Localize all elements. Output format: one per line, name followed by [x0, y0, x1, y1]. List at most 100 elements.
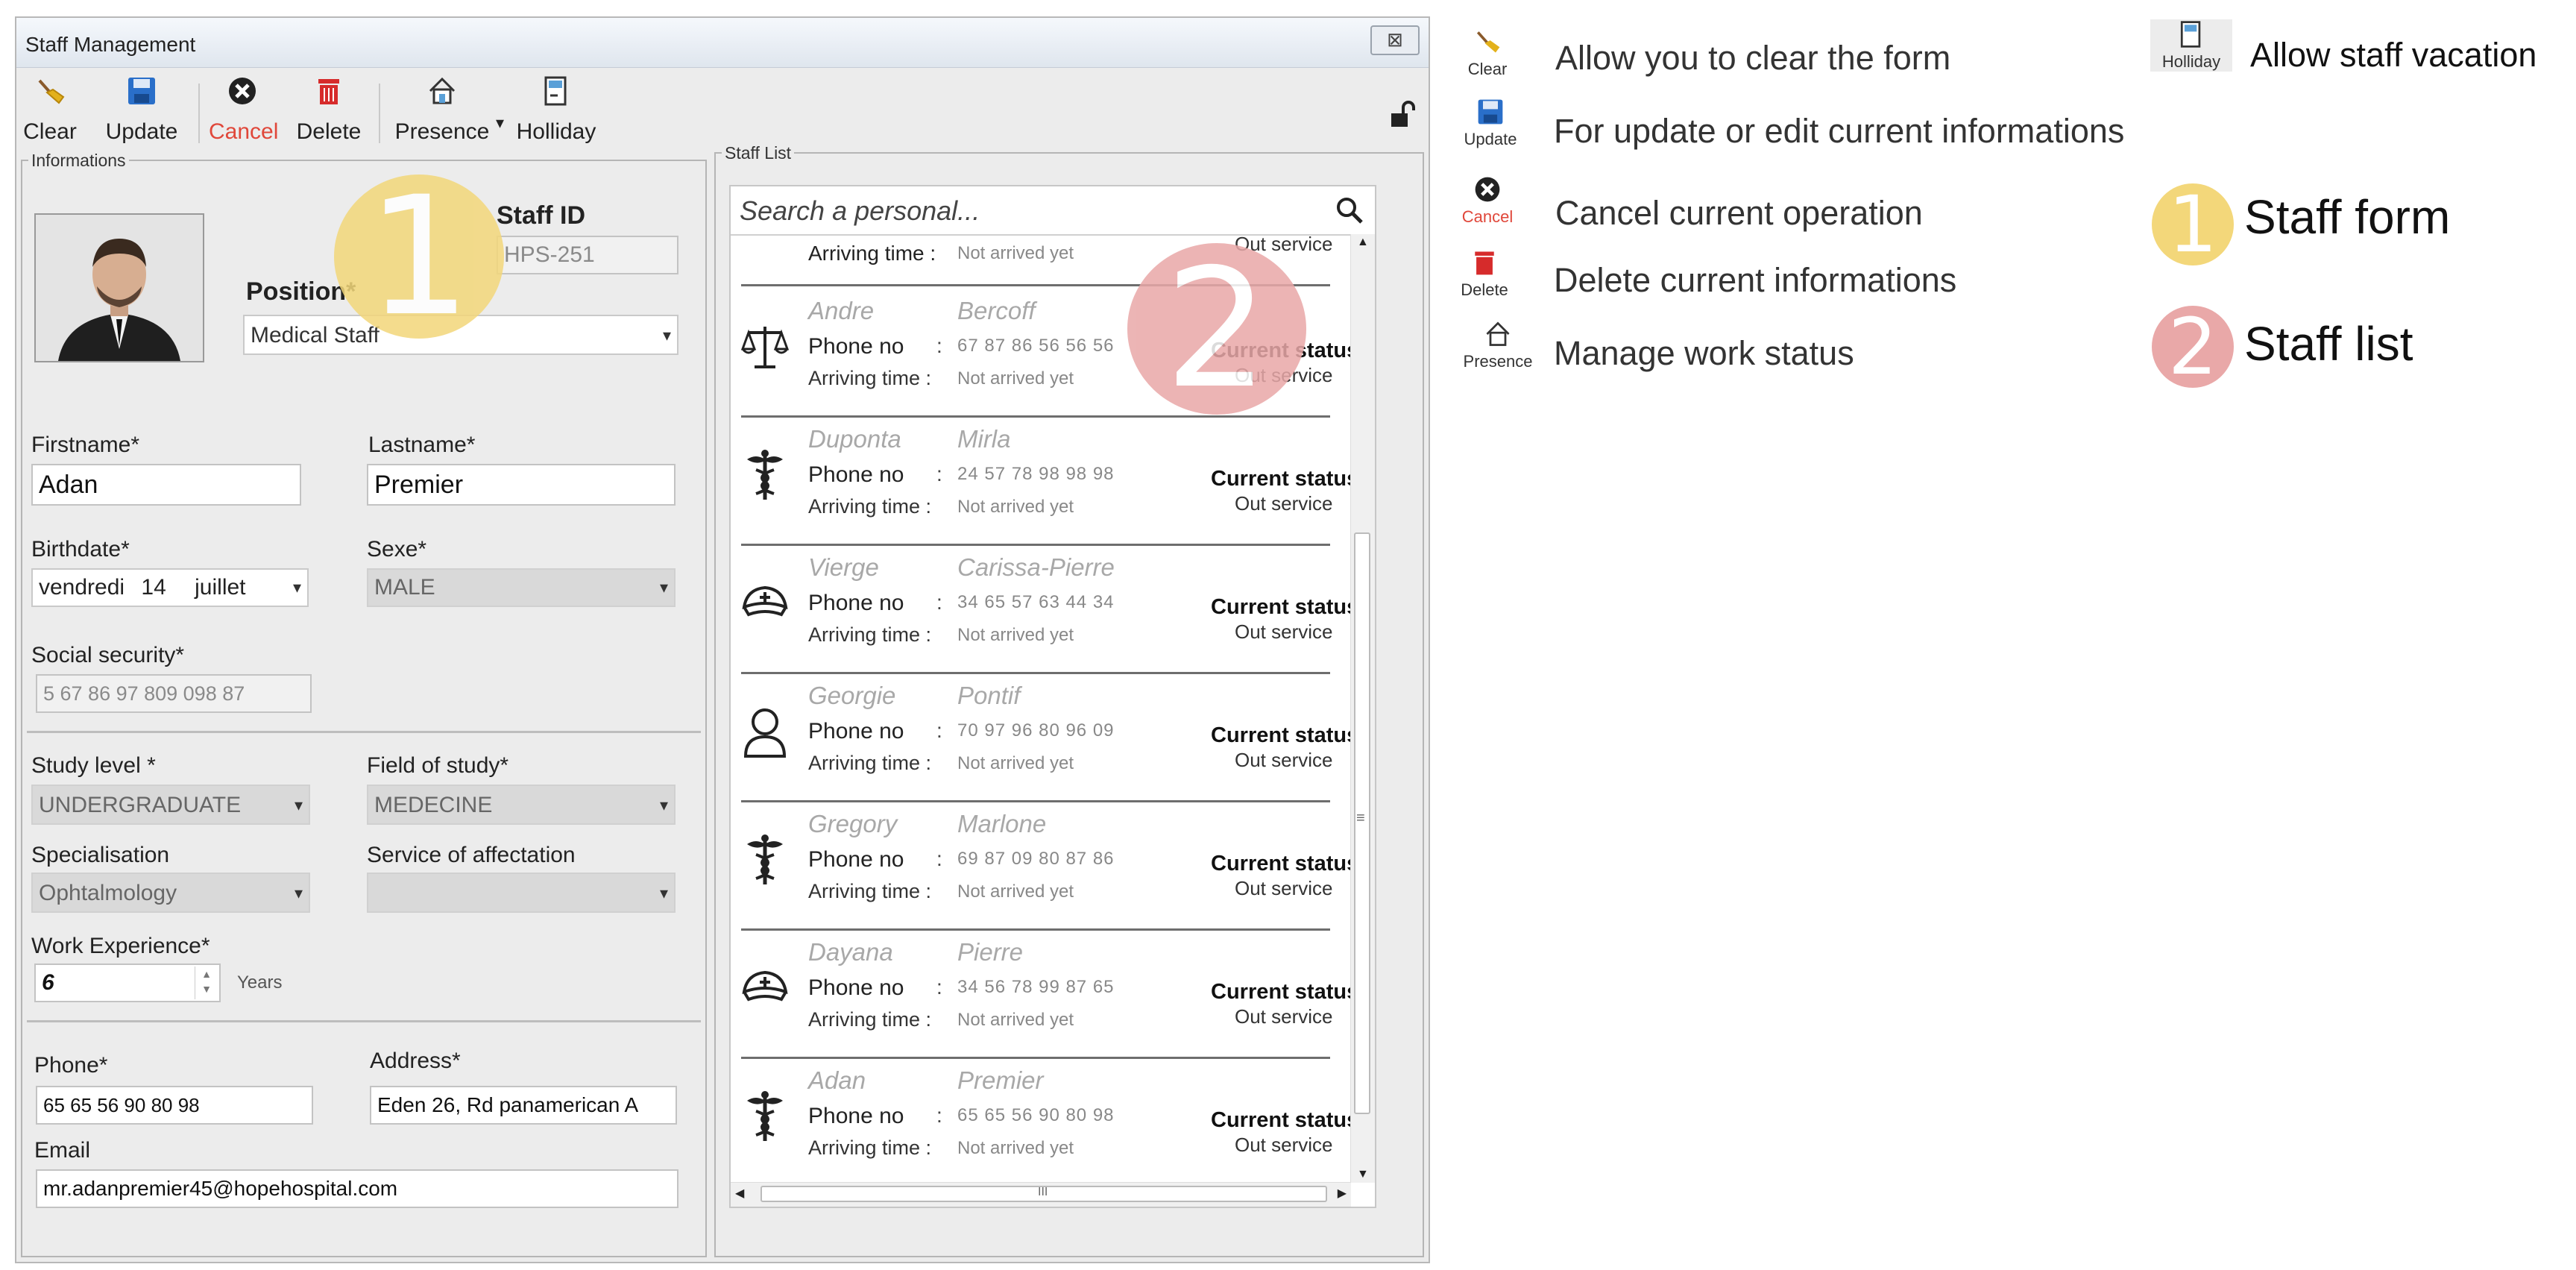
- sexe-value: MALE: [374, 575, 435, 600]
- birthdate-date: 14: [141, 575, 166, 600]
- email-label: Email: [34, 1138, 91, 1163]
- birthdate-month: juillet: [195, 575, 246, 600]
- avatar: [36, 215, 203, 361]
- specialisation-select[interactable]: Ophtalmology ▾: [31, 873, 310, 913]
- sexe-select[interactable]: MALE ▾: [367, 568, 676, 607]
- staff-lastname: Mirla: [957, 425, 1011, 453]
- arriving-label: Arriving time :: [808, 1008, 932, 1031]
- scroll-down-icon[interactable]: ▼: [1357, 1168, 1369, 1181]
- staff-firstname: Adan: [808, 1066, 866, 1094]
- broom-icon: [1476, 31, 1500, 53]
- presence-dropdown-arrow[interactable]: ▾: [496, 113, 504, 133]
- vertical-scrollbar[interactable]: ▲ ≡ ▼: [1350, 234, 1375, 1183]
- chevron-down-icon: ▾: [659, 578, 668, 597]
- arriving-value: Not arrived yet: [957, 243, 1074, 263]
- email-field[interactable]: mr.adanpremier45@hopehospital.com: [36, 1169, 678, 1208]
- delete-button[interactable]: Delete: [294, 75, 364, 149]
- staff-lastname: Pierre: [957, 938, 1024, 966]
- legend-staff-form: Staff form: [2244, 190, 2451, 244]
- arriving-value: Not arrived yet: [957, 881, 1074, 902]
- work-experience-stepper[interactable]: 6 ▲ ▼: [34, 963, 221, 1002]
- staff-list-item[interactable]: Adan Premier Phone no:65 65 56 90 80 98 Arr…: [741, 1060, 1358, 1187]
- firstname-field[interactable]: Adan: [31, 464, 301, 506]
- colon: :: [936, 334, 942, 357]
- staff-list-item[interactable]: Georgie Pontif Phone no:70 97 96 80 96 09 A…: [741, 676, 1358, 802]
- nurse-cap-icon: [741, 962, 789, 1016]
- social-security-field: 5 67 86 97 809 098 87: [36, 674, 312, 713]
- scroll-up-icon[interactable]: ▲: [1357, 236, 1369, 249]
- staff-firstname: Duponta: [808, 425, 901, 453]
- nurse-cap-icon: [741, 577, 789, 631]
- staff-list-item[interactable]: Vierge Carissa-Pierre Phone no:34 65 57 63…: [741, 547, 1358, 674]
- window-title: Staff Management: [25, 33, 196, 56]
- staff-photo[interactable]: [34, 213, 204, 362]
- horizontal-scrollbar[interactable]: ◀ III ▶: [731, 1182, 1351, 1207]
- presence-label: Presence: [394, 119, 490, 144]
- arriving-label: Arriving time :: [808, 880, 932, 902]
- caduceus-icon: [741, 1090, 789, 1144]
- phone-label: Phone*: [34, 1053, 108, 1078]
- door-exit-icon: [2180, 21, 2201, 48]
- scroll-grip-icon: ≡: [1356, 810, 1365, 826]
- staff-lastname: Marlone: [957, 810, 1047, 837]
- study-level-value: UNDERGRADUATE: [39, 793, 242, 817]
- study-level-select[interactable]: UNDERGRADUATE ▾: [31, 785, 310, 825]
- arriving-label: Arriving time :: [808, 1137, 932, 1159]
- staff-phone: 65 65 56 90 80 98: [957, 1105, 1115, 1125]
- staff-list-group: Staff List Search a personal... Arriving…: [714, 143, 1424, 1257]
- cancel-icon: [229, 78, 256, 104]
- stepper-arrows-icon[interactable]: ▲ ▼: [195, 966, 218, 999]
- badge-one: 1: [334, 175, 504, 339]
- house-icon: [429, 77, 456, 104]
- trash-icon: [318, 79, 339, 104]
- scroll-thumb[interactable]: III: [760, 1186, 1327, 1202]
- scroll-right-icon[interactable]: ▶: [1338, 1186, 1347, 1201]
- clear-button[interactable]: Clear: [22, 75, 78, 149]
- item-divider: [741, 928, 1330, 931]
- legend-clear-text: Allow you to clear the form: [1555, 39, 1951, 77]
- field-of-study-select[interactable]: MEDECINE ▾: [367, 785, 676, 825]
- staff-phone: 70 97 96 80 96 09: [957, 720, 1115, 741]
- staff-firstname: Georgie: [808, 682, 896, 709]
- close-button[interactable]: ⊠: [1370, 25, 1420, 55]
- lastname-field[interactable]: Premier: [367, 464, 676, 506]
- update-button[interactable]: Update: [104, 75, 179, 149]
- scroll-thumb[interactable]: ≡: [1354, 532, 1370, 1114]
- arriving-label: Arriving time :: [808, 752, 932, 774]
- scroll-left-icon[interactable]: ◀: [735, 1186, 744, 1201]
- cancel-label: Cancel: [209, 119, 279, 144]
- staff-firstname: Gregory: [808, 810, 898, 837]
- status-title: Current status: [1211, 595, 1359, 619]
- search-icon[interactable]: [1335, 195, 1364, 225]
- presence-button[interactable]: Presence ▾: [386, 75, 504, 149]
- legend-badge-one: 1: [2152, 183, 2234, 265]
- legend-holliday-text: Allow staff vacation: [2250, 36, 2537, 74]
- badge-two: 2: [1127, 243, 1306, 415]
- status-title: Current status: [1211, 467, 1359, 491]
- staff-list-item[interactable]: Dayana Pierre Phone no:34 56 78 99 87 65 Ar…: [741, 932, 1358, 1059]
- field-of-study-value: MEDECINE: [374, 793, 493, 817]
- holliday-button[interactable]: Holliday: [511, 75, 601, 149]
- sexe-label: Sexe*: [367, 537, 427, 562]
- phone-label: Phone no: [808, 1104, 904, 1128]
- birthdate-picker[interactable]: vendredi 14 juillet ▾: [31, 568, 309, 607]
- staff-list-group-title: Staff List: [722, 143, 795, 163]
- cancel-button[interactable]: Cancel: [209, 75, 279, 149]
- legend-delete-icon-label: Delete: [1461, 280, 1508, 299]
- colon: :: [936, 719, 942, 742]
- phone-field[interactable]: 65 65 56 90 80 98: [36, 1086, 313, 1125]
- phone-label: Phone no: [808, 719, 904, 744]
- unlock-icon[interactable]: [1387, 100, 1417, 130]
- status-value: Out service: [1235, 1005, 1333, 1028]
- social-security-label: Social security*: [31, 643, 185, 667]
- service-select[interactable]: ▾: [367, 873, 676, 913]
- birthdate-label: Birthdate*: [31, 537, 130, 562]
- staff-phone: 34 56 78 99 87 65: [957, 977, 1115, 997]
- person-icon: [741, 705, 789, 759]
- legend-clear-icon: Clear: [1446, 27, 1528, 79]
- legend-update-icon: Update: [1449, 97, 1531, 149]
- address-field[interactable]: Eden 26, Rd panamerican A: [370, 1086, 677, 1125]
- lastname-label: Lastname*: [368, 433, 476, 457]
- staff-list-item[interactable]: Duponta Mirla Phone no:24 57 78 98 98 98 Ar…: [741, 419, 1358, 546]
- staff-list-item[interactable]: Gregory Marlone Phone no:69 87 09 80 87 86…: [741, 804, 1358, 931]
